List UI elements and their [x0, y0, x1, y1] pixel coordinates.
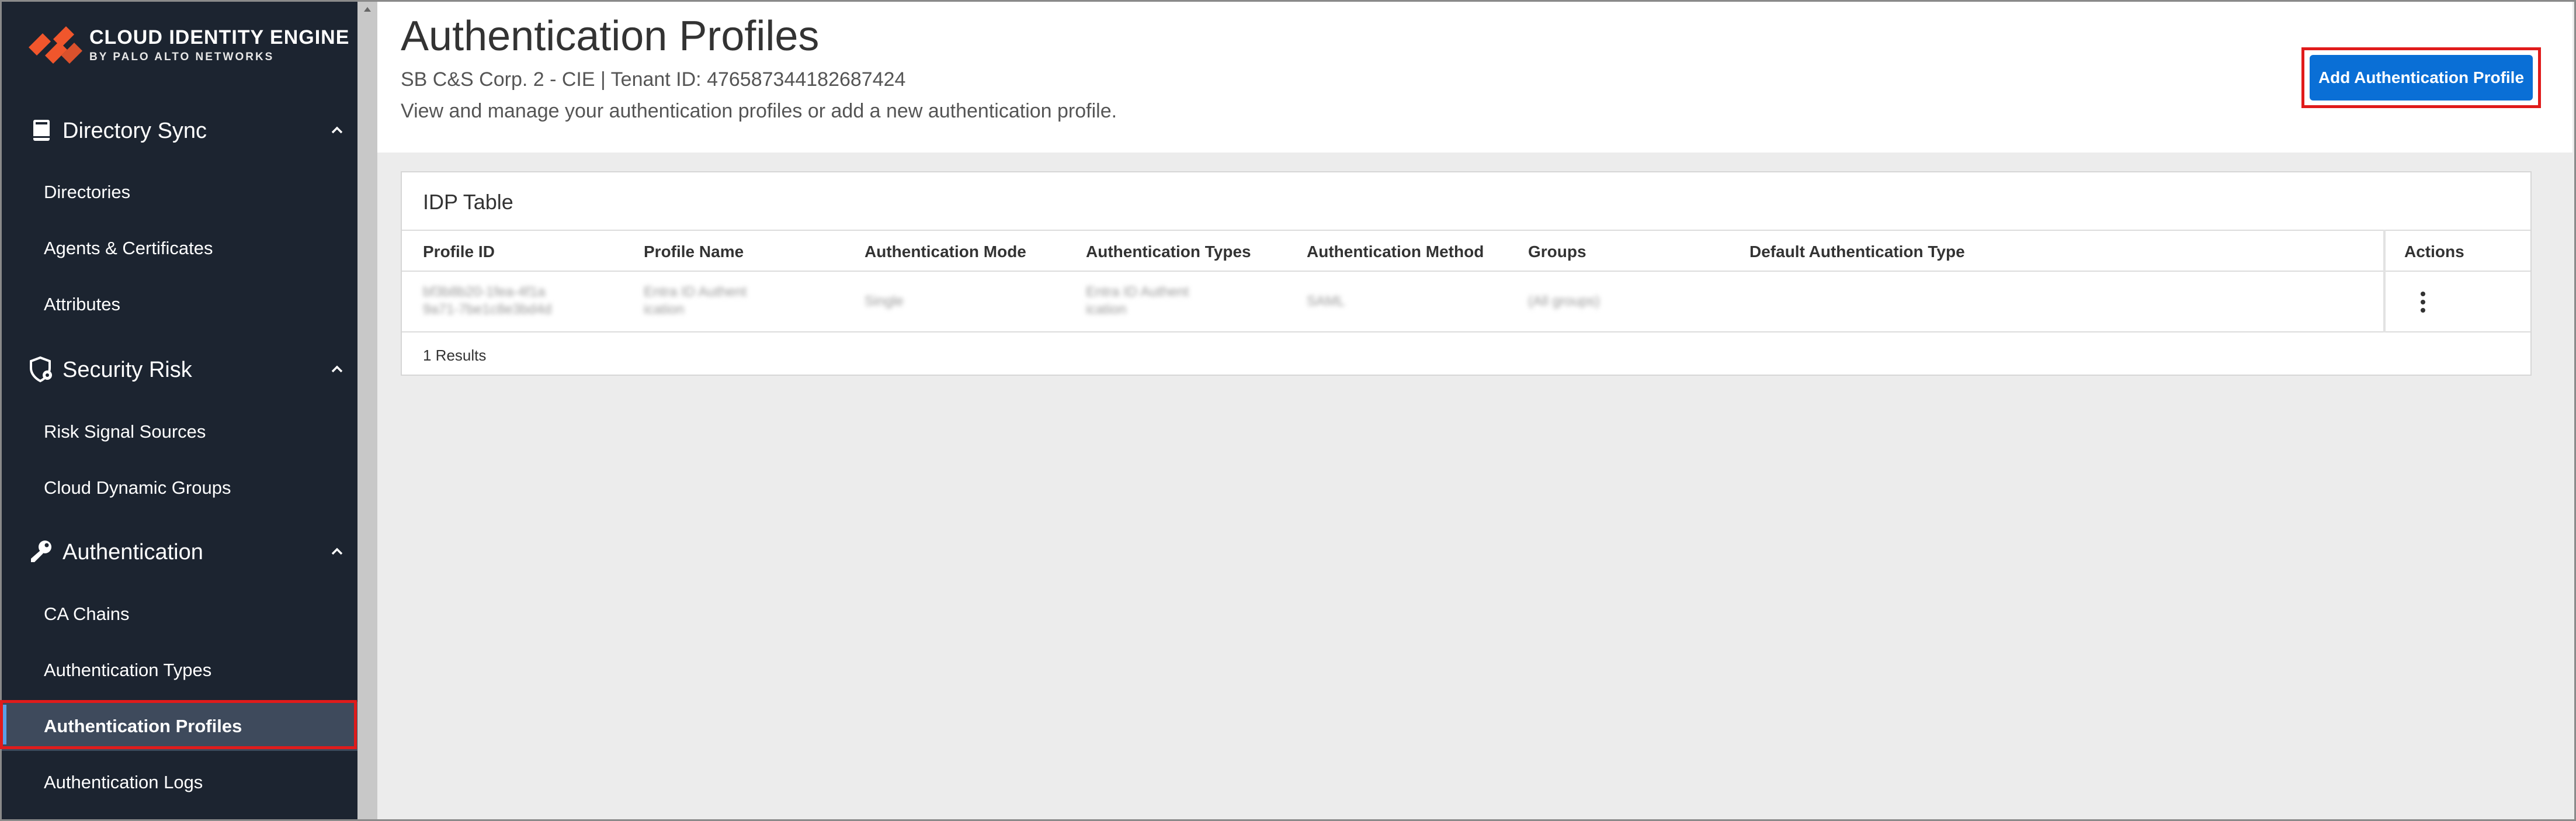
- sidebar-item-authentication-types[interactable]: Authentication Types: [2, 644, 357, 697]
- section-label: Directory Sync: [63, 119, 207, 143]
- sidebar-item-attributes[interactable]: Attributes: [2, 278, 357, 331]
- highlight-box-sidebar: [0, 700, 357, 749]
- actions-column-divider: [2383, 230, 2386, 332]
- sidebar-item-label: CA Chains: [44, 604, 130, 624]
- page-header: Authentication Profiles SB C&S Corp. 2 -…: [377, 2, 2572, 153]
- key-icon: [31, 541, 51, 562]
- cell-authentication-method: SAML: [1307, 293, 1345, 309]
- column-header-default-authentication-type[interactable]: Default Authentication Type: [1749, 243, 1965, 261]
- column-header-actions: Actions: [2404, 243, 2464, 261]
- column-header-authentication-mode[interactable]: Authentication Mode: [865, 243, 1026, 261]
- cell-line: 9a71-7be1c8e3bd4d: [423, 302, 552, 317]
- cell-line: bf3b8b20-1fea-4f1a: [423, 284, 546, 300]
- cell-groups: (All groups): [1528, 293, 1600, 309]
- section-label: Security Risk: [63, 358, 192, 382]
- section-directory-sync[interactable]: Directory Sync: [2, 102, 357, 158]
- sidebar-item-label: Attributes: [44, 294, 120, 314]
- section-security-risk[interactable]: Security Risk: [2, 341, 357, 397]
- page-title: Authentication Profiles: [401, 13, 820, 60]
- cell-profile-id: bf3b8b20-1fea-4f1a 9a71-7be1c8e3bd4d: [423, 283, 551, 318]
- column-header-authentication-types[interactable]: Authentication Types: [1086, 243, 1251, 261]
- chevron-up-icon[interactable]: [329, 122, 345, 138]
- cell-profile-name: Entra ID Authent ication: [644, 283, 747, 318]
- add-authentication-profile-button[interactable]: Add Authentication Profile: [2310, 55, 2533, 101]
- sidebar-item-risk-signal-sources[interactable]: Risk Signal Sources: [2, 406, 357, 458]
- tenant-info: SB C&S Corp. 2 - CIE | Tenant ID: 476587…: [401, 68, 906, 91]
- section-label: Authentication: [63, 540, 203, 564]
- chevron-up-icon[interactable]: [329, 543, 345, 560]
- sidebar-item-label: Authentication Logs: [44, 772, 203, 792]
- brand-title: CLOUD IDENTITY ENGINE: [89, 26, 350, 49]
- scrollbar[interactable]: [357, 2, 377, 819]
- table-title: IDP Table: [423, 190, 513, 214]
- column-header-groups[interactable]: Groups: [1528, 243, 1586, 261]
- sidebar-item-label: Cloud Dynamic Groups: [44, 477, 231, 498]
- section-authentication[interactable]: Authentication: [2, 524, 357, 580]
- column-header-profile-id[interactable]: Profile ID: [423, 243, 495, 261]
- more-actions-icon[interactable]: [2411, 289, 2435, 315]
- sidebar: CLOUD IDENTITY ENGINE BY PALO ALTO NETWO…: [2, 2, 357, 819]
- sidebar-item-ca-chains[interactable]: CA Chains: [2, 588, 357, 640]
- sidebar-item-cloud-dynamic-groups[interactable]: Cloud Dynamic Groups: [2, 462, 357, 514]
- column-header-authentication-method[interactable]: Authentication Method: [1307, 243, 1484, 261]
- sidebar-item-label: Risk Signal Sources: [44, 421, 206, 442]
- cell-line: ication: [644, 302, 685, 317]
- sidebar-item-label: Agents & Certificates: [44, 238, 213, 258]
- brand-subtitle: BY PALO ALTO NETWORKS: [89, 51, 275, 63]
- table-header-row: Profile ID Profile Name Authentication M…: [402, 230, 2530, 272]
- sidebar-item-agents-certificates[interactable]: Agents & Certificates: [2, 222, 357, 275]
- column-header-profile-name[interactable]: Profile Name: [644, 243, 744, 261]
- cell-line: ication: [1086, 302, 1127, 317]
- table-row[interactable]: bf3b8b20-1fea-4f1a 9a71-7be1c8e3bd4d Ent…: [402, 272, 2530, 332]
- palo-alto-logo-icon: [29, 26, 82, 64]
- results-count: 1 Results: [423, 347, 487, 364]
- idp-table-card: IDP Table Profile ID Profile Name Authen…: [401, 171, 2532, 376]
- scroll-up-arrow-icon[interactable]: [362, 4, 373, 15]
- sidebar-item-label: Authentication Types: [44, 660, 212, 680]
- sidebar-item-directories[interactable]: Directories: [2, 166, 357, 219]
- sidebar-item-authentication-logs[interactable]: Authentication Logs: [2, 756, 357, 809]
- cell-authentication-types: Entra ID Authent ication: [1086, 283, 1189, 318]
- cell-authentication-mode: Single: [865, 293, 904, 309]
- book-icon: [33, 120, 50, 141]
- shield-gear-icon: [30, 356, 52, 383]
- page-description: View and manage your authentication prof…: [401, 100, 1117, 122]
- sidebar-item-label: Directories: [44, 182, 131, 202]
- chevron-up-icon[interactable]: [329, 361, 345, 377]
- cell-line: Entra ID Authent: [644, 284, 747, 300]
- cell-line: Entra ID Authent: [1086, 284, 1189, 300]
